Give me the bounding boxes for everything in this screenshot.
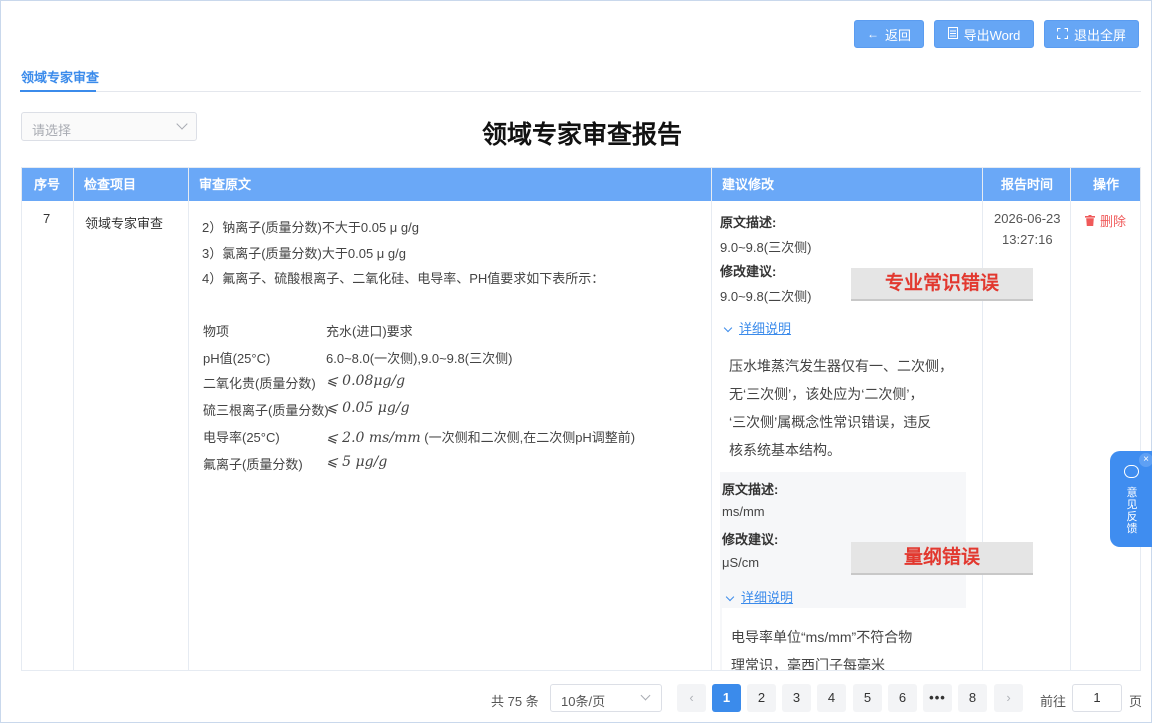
original-line: 2）钠离子(质量分数)不大于0.05 μ g/g bbox=[202, 220, 419, 235]
header-original: 审查原文 bbox=[199, 177, 252, 192]
column-divider bbox=[711, 168, 712, 670]
suggestion-fix-value: μS/cm bbox=[722, 555, 760, 570]
suggestion-fix-label: 修改建议: bbox=[720, 264, 777, 279]
feedback-close-icon[interactable]: × bbox=[1139, 453, 1152, 467]
spec-value: ⩽ 2.0 ms/mm bbox=[326, 430, 421, 446]
document-icon bbox=[947, 27, 958, 41]
suggestion-fix-label: 修改建议: bbox=[722, 532, 779, 547]
page-size-select[interactable]: 10条/页 bbox=[550, 684, 662, 712]
goto-label: 前往 bbox=[1040, 694, 1067, 709]
spec-key: 氟离子(质量分数) bbox=[203, 457, 303, 472]
explanation-line: 压水堆蒸汽发生器仅有一、二次侧， bbox=[729, 358, 953, 374]
delete-label: 删除 bbox=[1100, 214, 1127, 229]
spec-key: 二氧化贵(质量分数) bbox=[203, 376, 316, 391]
page-size-value: 10条/页 bbox=[561, 694, 606, 709]
column-divider bbox=[73, 168, 74, 670]
table-header: 序号 检查项目 审查原文 建议修改 报告时间 操作 bbox=[22, 168, 1140, 201]
chevron-down-icon bbox=[725, 592, 735, 602]
spec-value: 6.0~8.0(一次侧),9.0~9.8(三次侧) bbox=[326, 351, 513, 366]
next-page-button[interactable]: › bbox=[994, 684, 1023, 712]
explanation-line: 电导率单位“ms/mm”不符合物 bbox=[731, 629, 913, 645]
spec-key: 物项 bbox=[203, 324, 230, 339]
row-item: 领域专家审查 bbox=[85, 216, 164, 231]
detail-toggle-link[interactable]: 详细说明 bbox=[723, 318, 792, 337]
exit-fullscreen-icon bbox=[1056, 27, 1068, 41]
spec-key: 电导率(25°C) bbox=[203, 430, 280, 445]
spec-value: ⩽ 5 μg/g bbox=[326, 454, 388, 470]
goto-suffix: 页 bbox=[1129, 694, 1143, 709]
explanation-line: 无‘三次侧’，该处应为‘二次侧’， bbox=[729, 386, 924, 402]
page-button[interactable]: 6 bbox=[888, 684, 917, 712]
suggestion-original-label: 原文描述: bbox=[722, 482, 779, 497]
suggestion-original-label: 原文描述: bbox=[720, 215, 777, 230]
explanation-line: 理常识，毫西门子每毫米 bbox=[731, 657, 885, 671]
header-item: 检查项目 bbox=[84, 177, 137, 192]
explanation-line: 核系统基本结构。 bbox=[729, 442, 841, 458]
original-line: 4）氟离子、硫酸根离子、二氧化硅、电导率、PH值要求如下表所示： bbox=[202, 271, 605, 286]
arrow-left-icon: ← bbox=[866, 27, 879, 41]
original-line: 3）氯离子(质量分数)大于0.05 μ g/g bbox=[202, 246, 406, 261]
report-clock: 13:27:16 bbox=[1002, 232, 1053, 247]
page-button[interactable]: 1 bbox=[712, 684, 741, 712]
header-actions: 操作 bbox=[1093, 177, 1120, 192]
report-title: 领域专家审查报告 bbox=[481, 121, 682, 149]
spec-key: pH值(25°C) bbox=[203, 351, 271, 366]
column-divider bbox=[188, 168, 189, 670]
spec-key: 硫三根离子(质量分数) bbox=[203, 403, 329, 418]
report-date: 2026-06-23 bbox=[994, 211, 1061, 226]
toolbar: ← 返回 导出Word 退出全屏 bbox=[854, 20, 1139, 48]
spec-value: ⩽ 0.05 μg/g bbox=[326, 400, 410, 416]
detail-toggle-label: 详细说明 bbox=[739, 321, 792, 336]
back-button[interactable]: ← 返回 bbox=[854, 20, 924, 48]
header-time: 报告时间 bbox=[1001, 177, 1054, 192]
page-button[interactable]: 3 bbox=[782, 684, 811, 712]
prev-page-button[interactable]: ‹ bbox=[677, 684, 706, 712]
trash-icon bbox=[1085, 215, 1095, 226]
tab-domain-expert-review[interactable]: 领域专家审查 bbox=[21, 67, 99, 86]
spec-value-group: ⩽ 2.0 ms/mm (一次侧和二次侧,在二次侧pH调整前) bbox=[326, 427, 635, 446]
page-button[interactable]: 8 bbox=[958, 684, 987, 712]
row-index: 7 bbox=[43, 211, 51, 226]
exit-fullscreen-label: 退出全屏 bbox=[1073, 27, 1126, 43]
suggestion-original-value: 9.0~9.8(三次侧) bbox=[720, 240, 812, 255]
detail-explanation: 电导率单位“ms/mm”不符合物 理常识，毫西门子每毫米 bbox=[731, 623, 961, 671]
chevron-left-icon: ‹ bbox=[689, 690, 694, 705]
feedback-label: 意见反馈 bbox=[1126, 487, 1138, 535]
chevron-down-icon bbox=[640, 690, 651, 701]
column-divider bbox=[982, 168, 983, 670]
exit-fullscreen-button[interactable]: 退出全屏 bbox=[1044, 20, 1139, 48]
detail-toggle-label: 详细说明 bbox=[741, 590, 794, 605]
detail-explanation: 压水堆蒸汽发生器仅有一、二次侧， 无‘三次侧’，该处应为‘二次侧’， ‘三次侧’… bbox=[729, 352, 979, 464]
error-tag: 量纲错误 bbox=[851, 542, 1033, 575]
page-button[interactable]: 5 bbox=[853, 684, 882, 712]
suggestion-original-value: ms/mm bbox=[722, 504, 765, 519]
spec-value: 充水(进口)要求 bbox=[326, 324, 413, 339]
review-table: 序号 检查项目 审查原文 建议修改 报告时间 操作 7 领域专家审查 2）钠离子… bbox=[21, 167, 1141, 671]
app-window: ← 返回 导出Word 退出全屏 领域专家审查 请选择 领域专家审查报告 序号 … bbox=[0, 0, 1152, 723]
page-button[interactable]: 2 bbox=[747, 684, 776, 712]
page-more-button[interactable]: ••• bbox=[923, 684, 952, 712]
export-word-button[interactable]: 导出Word bbox=[934, 20, 1034, 48]
header-suggestion: 建议修改 bbox=[722, 177, 775, 192]
column-divider bbox=[1070, 168, 1071, 670]
goto-page-input[interactable]: 1 bbox=[1072, 684, 1122, 712]
chevron-down-icon bbox=[723, 323, 733, 333]
spec-value: ⩽ 0.08μg/g bbox=[326, 373, 406, 389]
chevron-right-icon: › bbox=[1006, 690, 1011, 705]
page-button[interactable]: 4 bbox=[817, 684, 846, 712]
spec-note: (一次侧和二次侧,在二次侧pH调整前) bbox=[424, 430, 636, 445]
tab-divider bbox=[20, 91, 1141, 92]
suggestion-fix-value: 9.0~9.8(二次侧) bbox=[720, 289, 812, 304]
error-tag: 专业常识错误 bbox=[851, 268, 1033, 301]
detail-toggle-link[interactable]: 详细说明 bbox=[725, 587, 794, 606]
export-word-label: 导出Word bbox=[963, 27, 1021, 43]
header-index: 序号 bbox=[34, 177, 61, 192]
tab-active-indicator bbox=[20, 90, 96, 92]
back-button-label: 返回 bbox=[884, 27, 911, 43]
explanation-line: ‘三次侧’属概念性常识错误，违反 bbox=[729, 414, 932, 430]
chat-bubble-icon bbox=[1124, 465, 1139, 478]
pagination-total: 共 75 条 bbox=[491, 694, 539, 709]
delete-button[interactable]: 删除 bbox=[1085, 211, 1126, 230]
